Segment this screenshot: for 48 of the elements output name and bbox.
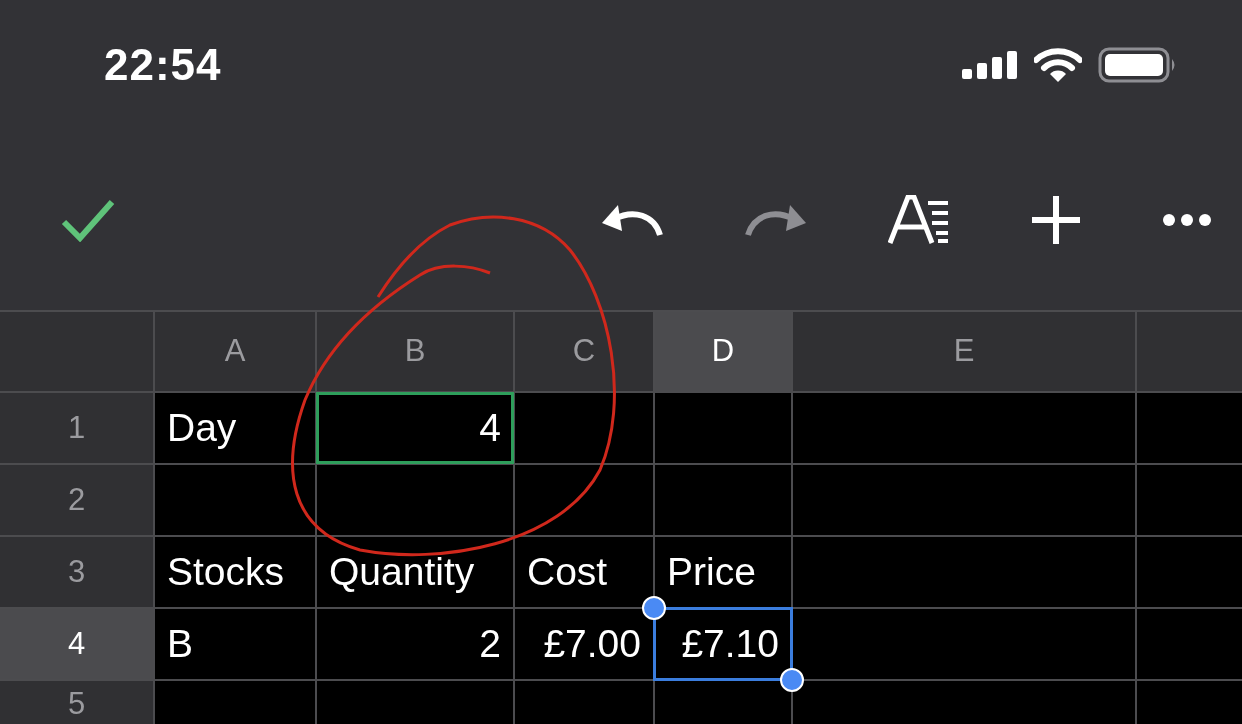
table-cell[interactable]: Cost bbox=[515, 537, 653, 607]
table-cell[interactable] bbox=[515, 465, 653, 535]
table-cell[interactable] bbox=[793, 537, 1135, 607]
column-header[interactable]: C bbox=[515, 312, 653, 391]
row-header[interactable]: 1 bbox=[0, 393, 153, 463]
table-cell[interactable]: 4 bbox=[317, 393, 513, 463]
column-header[interactable]: A bbox=[155, 312, 315, 391]
table-cell[interactable]: Price bbox=[655, 537, 791, 607]
table-cell[interactable]: Quantity bbox=[317, 537, 513, 607]
text-format-icon[interactable] bbox=[888, 195, 950, 245]
table-cell[interactable] bbox=[793, 681, 1135, 724]
undo-icon[interactable] bbox=[600, 203, 664, 237]
table-cell[interactable] bbox=[155, 681, 315, 724]
table-cell[interactable]: £7.00 bbox=[515, 609, 653, 679]
signal-icon bbox=[962, 51, 1018, 79]
table-cell[interactable] bbox=[515, 681, 653, 724]
table-cell[interactable]: £7.10 bbox=[655, 609, 791, 679]
more-options-icon[interactable] bbox=[1162, 213, 1212, 227]
column-header[interactable]: E bbox=[793, 312, 1135, 391]
column-header[interactable]: B bbox=[317, 312, 513, 391]
redo-icon[interactable] bbox=[744, 203, 808, 237]
table-cell[interactable] bbox=[317, 465, 513, 535]
column-header[interactable] bbox=[1137, 312, 1242, 391]
table-cell[interactable] bbox=[793, 393, 1135, 463]
table-cell[interactable]: Day bbox=[155, 393, 315, 463]
add-icon[interactable] bbox=[1030, 194, 1082, 246]
table-cell[interactable] bbox=[1137, 465, 1242, 535]
confirm-check-icon[interactable] bbox=[60, 198, 116, 242]
table-cell[interactable] bbox=[793, 609, 1135, 679]
row-header[interactable]: 3 bbox=[0, 537, 153, 607]
table-cell[interactable] bbox=[655, 465, 791, 535]
table-cell[interactable] bbox=[515, 393, 653, 463]
table-cell[interactable] bbox=[1137, 393, 1242, 463]
table-cell[interactable] bbox=[317, 681, 513, 724]
table-cell[interactable] bbox=[655, 393, 791, 463]
table-cell[interactable]: B bbox=[155, 609, 315, 679]
table-cell[interactable] bbox=[793, 465, 1135, 535]
table-cell[interactable] bbox=[155, 465, 315, 535]
table-cell[interactable] bbox=[1137, 681, 1242, 724]
status-time: 22:54 bbox=[104, 39, 222, 91]
table-cell[interactable] bbox=[655, 681, 791, 724]
table-cell[interactable] bbox=[1137, 537, 1242, 607]
row-header[interactable]: 5 bbox=[0, 681, 153, 724]
wifi-icon bbox=[1034, 48, 1082, 82]
table-cell[interactable]: Stocks bbox=[155, 537, 315, 607]
row-header[interactable]: 2 bbox=[0, 465, 153, 535]
table-cell[interactable] bbox=[1137, 609, 1242, 679]
table-cell[interactable]: 2 bbox=[317, 609, 513, 679]
